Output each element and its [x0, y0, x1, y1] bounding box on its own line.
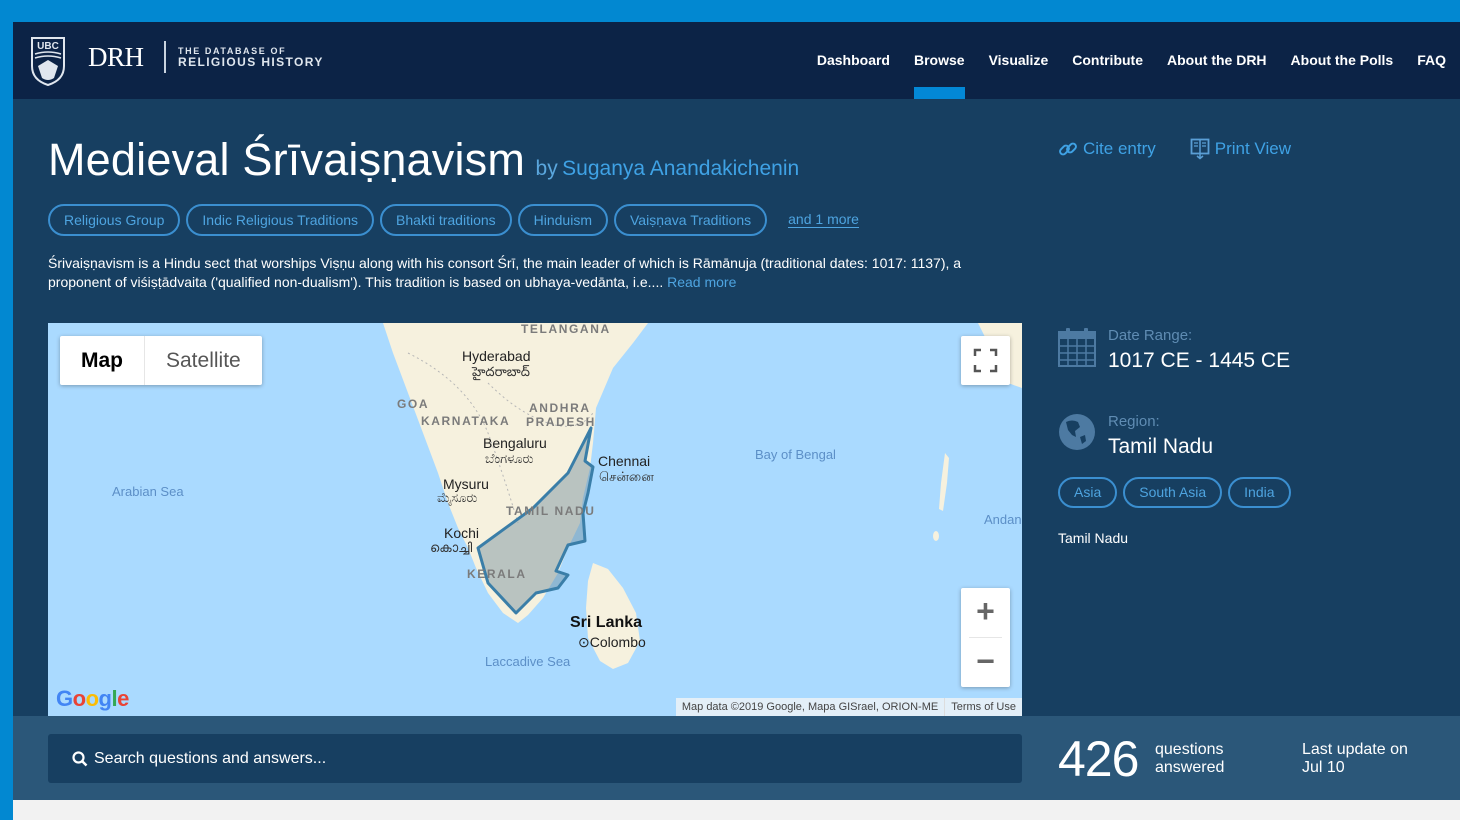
region-tag-asia[interactable]: Asia: [1058, 477, 1118, 508]
logo-divider: [164, 41, 166, 73]
region-label: Region:: [1108, 413, 1160, 430]
nav-about-drh[interactable]: About the DRH: [1155, 22, 1279, 99]
entry-description: Śrivaiṣṇavism is a Hindu sect that worsh…: [48, 254, 1018, 292]
top-navbar: UBC DRH THE DATABASE OF RELIGIOUS HISTOR…: [13, 22, 1460, 99]
read-more-link[interactable]: Read more: [667, 274, 736, 290]
zoom-out-button[interactable]: −: [961, 638, 1010, 687]
label-pradesh: PRADESH: [526, 415, 596, 429]
date-range-label: Date Range:: [1108, 327, 1193, 344]
last-update-label: Last update on: [1302, 741, 1408, 758]
label-kerala: KERALA: [467, 567, 527, 581]
cite-entry-label: Cite entry: [1083, 139, 1156, 158]
label-bengaluru-kannada: ಬೆಂಗಳೂರು: [485, 451, 534, 466]
date-range-value: 1017 CE - 1445 CE: [1108, 349, 1291, 372]
bottom-bar: Search questions and answers... 426 ques…: [13, 716, 1460, 800]
page-frame: UBC DRH THE DATABASE OF RELIGIOUS HISTOR…: [13, 22, 1460, 820]
google-logo[interactable]: Google: [56, 686, 129, 712]
region-tag-south-asia[interactable]: South Asia: [1123, 477, 1223, 508]
link-icon: [1059, 142, 1077, 156]
andaman-islands: [939, 453, 949, 511]
zoom-control: + −: [961, 588, 1010, 687]
region-tag-india[interactable]: India: [1228, 477, 1291, 508]
label-bay-of-bengal: Bay of Bengal: [755, 447, 836, 462]
map-type-map-button[interactable]: Map: [60, 336, 145, 385]
tag-hinduism[interactable]: Hinduism: [517, 204, 608, 236]
book-print-icon: [1190, 138, 1210, 160]
label-laccadive-sea: Laccadive Sea: [485, 654, 571, 669]
more-tags-link[interactable]: and 1 more: [788, 212, 859, 228]
tag-bhakti-traditions[interactable]: Bhakti traditions: [380, 204, 512, 236]
last-update: Last update on Jul 10: [1302, 741, 1408, 777]
nav-visualize[interactable]: Visualize: [977, 22, 1061, 99]
label-karnataka: KARNATAKA: [421, 414, 511, 428]
nav-dashboard[interactable]: Dashboard: [805, 22, 902, 99]
count-label-line2: answered: [1155, 759, 1225, 776]
logo-drh[interactable]: DRH: [88, 42, 144, 73]
entry-actions: Cite entry Print View: [1058, 138, 1325, 160]
label-bengaluru: Bengaluru: [483, 435, 547, 451]
count-label-line1: questions: [1155, 741, 1224, 758]
nav-faq[interactable]: FAQ: [1405, 22, 1460, 99]
entry-title-row: Medieval Śrīvaiṣṇavism by Suganya Ananda…: [48, 134, 799, 186]
label-mysuru-kannada: ಮೈಸೂರು: [437, 490, 478, 505]
calendar-icon: [1058, 328, 1096, 367]
nav-contribute[interactable]: Contribute: [1060, 22, 1155, 99]
map-data-credit: Map data ©2019 Google, Mapa GISrael, ORI…: [681, 701, 939, 713]
map-type-satellite-button[interactable]: Satellite: [145, 336, 262, 385]
label-hyderabad: Hyderabad: [462, 348, 531, 364]
questions-count: 426: [1058, 731, 1139, 787]
label-tamil-nadu: TAMIL NADU: [506, 504, 596, 518]
region-name: Tamil Nadu: [1058, 530, 1129, 546]
svg-text:UBC: UBC: [37, 41, 59, 52]
ubc-shield-icon[interactable]: UBC: [30, 36, 66, 86]
entry-tags: Religious Group Indic Religious Traditio…: [48, 204, 859, 236]
cite-entry-button[interactable]: Cite entry: [1058, 138, 1156, 160]
search-placeholder: Search questions and answers...: [94, 749, 327, 767]
page-title: Medieval Śrīvaiṣṇavism: [48, 134, 526, 185]
label-telangana: TELANGANA: [521, 323, 611, 336]
questions-answered-label: questions answered: [1155, 741, 1224, 777]
label-andaman: Andan: [984, 512, 1022, 527]
label-goa: GOA: [397, 397, 430, 411]
logo-subtitle-line2: RELIGIOUS HISTORY: [178, 55, 324, 69]
map-attribution: Map data ©2019 Google, Mapa GISrael, ORI…: [675, 698, 1022, 716]
label-sri-lanka: Sri Lanka: [570, 614, 643, 631]
author-link[interactable]: Suganya Anandakichenin: [562, 157, 799, 180]
tag-vaisnava-traditions[interactable]: Vaiṣṇava Traditions: [614, 204, 768, 236]
label-chennai: Chennai: [598, 453, 651, 469]
search-icon: [72, 750, 88, 766]
fullscreen-icon: [973, 348, 998, 373]
map-type-control: Map Satellite: [60, 336, 262, 385]
print-view-label: Print View: [1214, 139, 1291, 158]
logo-subtitle: THE DATABASE OF RELIGIOUS HISTORY: [178, 46, 324, 68]
label-chennai-tamil: சென்னை: [599, 469, 654, 484]
last-update-date: Jul 10: [1302, 759, 1345, 776]
main-nav: Dashboard Browse Visualize Contribute Ab…: [805, 22, 1460, 99]
nav-browse[interactable]: Browse: [902, 22, 977, 99]
region-tags: Asia South Asia India: [1058, 477, 1297, 508]
by-label: by: [535, 157, 558, 180]
nav-about-polls[interactable]: About the Polls: [1279, 22, 1406, 99]
label-arabian-sea: Arabian Sea: [112, 484, 184, 499]
fullscreen-button[interactable]: [961, 336, 1010, 385]
label-kochi: Kochi: [444, 525, 480, 541]
region-value: Tamil Nadu: [1108, 435, 1214, 458]
print-view-button[interactable]: Print View: [1190, 138, 1291, 160]
globe-icon: [1059, 414, 1095, 450]
footer-strip: [13, 800, 1460, 820]
label-colombo: ⊙Colombo: [578, 634, 646, 650]
label-hyderabad-telugu: హైదరాబాద్: [472, 364, 530, 379]
map-view[interactable]: Arabian Sea Bay of Bengal Laccadive Sea …: [48, 323, 1022, 716]
label-kochi-malayalam: കൊച്ചി: [430, 540, 473, 555]
description-text: Śrivaiṣṇavism is a Hindu sect that worsh…: [48, 255, 962, 290]
terms-of-use-link[interactable]: Terms of Use: [944, 698, 1022, 716]
tag-indic-religious-traditions[interactable]: Indic Religious Traditions: [186, 204, 375, 236]
tag-religious-group[interactable]: Religious Group: [48, 204, 181, 236]
zoom-in-button[interactable]: +: [961, 588, 1010, 637]
label-andhra: ANDHRA: [529, 401, 591, 415]
search-input[interactable]: Search questions and answers...: [48, 734, 1022, 783]
